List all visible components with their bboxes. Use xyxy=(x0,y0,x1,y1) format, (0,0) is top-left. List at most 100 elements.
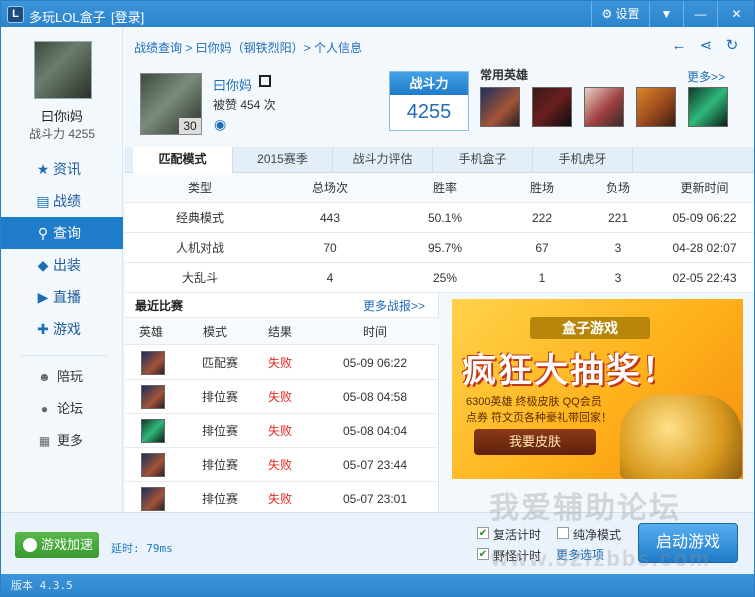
boost-icon xyxy=(23,538,37,552)
sidebar-item-label: 直播 xyxy=(53,289,81,305)
close-button[interactable]: ✕ xyxy=(717,1,754,27)
sidebar-item-label: 查询 xyxy=(53,225,81,241)
gear-icon: ⚙ xyxy=(601,7,613,21)
tab-mobile-box[interactable]: 手机盒子 xyxy=(433,147,533,173)
minimize-button[interactable]: — xyxy=(683,1,717,27)
match-result: 失败 xyxy=(267,492,292,506)
tab-bar: 匹配模式 2015赛季 战斗力评估 手机盒子 手机虎牙 xyxy=(125,147,754,174)
watermark-url: www.52fzbbs.com xyxy=(491,546,711,571)
treasure-chest-image xyxy=(620,395,742,479)
table-cell: 经典模式 xyxy=(175,211,224,225)
list-item[interactable]: 排位赛 失败 05-07 23:01 xyxy=(125,482,439,516)
table-cell: 221 xyxy=(607,211,629,225)
login-link[interactable]: [登录] xyxy=(111,7,144,26)
list-item[interactable]: 匹配赛 失败 05-09 06:22 xyxy=(125,346,439,380)
profile-name[interactable]: 曰你妈 xyxy=(213,75,252,94)
tab-match-mode[interactable]: 匹配模式 xyxy=(133,147,233,174)
list-item[interactable]: 排位赛 失败 05-07 23:44 xyxy=(125,448,439,482)
sidebar-item-label: 论坛 xyxy=(57,401,84,416)
sidebar-item-companion[interactable]: ☻ 陪玩 xyxy=(1,363,123,391)
sidebar: 曰你i妈 战斗力 4255 ★ 资讯 ▤ 战绩 ⚲ 查询 ◆ 出装 ▶ 直播 ✚… xyxy=(1,27,123,512)
game-boost-button[interactable]: 游戏加速 xyxy=(15,532,99,558)
breadcrumb[interactable]: 战绩查询 > 曰你妈（钢铁烈阳）> 个人信息 xyxy=(134,39,362,56)
watermark-text: 我爱辅助论坛 xyxy=(489,492,681,525)
gamepad-icon: ✚ xyxy=(37,321,49,337)
settings-button[interactable]: ⚙ 设置 xyxy=(591,1,649,27)
table-cell: 05-09 06:22 xyxy=(672,211,737,225)
sidebar-item-more[interactable]: ▦ 更多 xyxy=(1,427,123,455)
profile-avatar: 30 xyxy=(140,73,202,135)
sidebar-item-news[interactable]: ★ 资讯 xyxy=(1,153,123,185)
column-header: 更新时间 xyxy=(680,181,729,195)
sidebar-item-equipment[interactable]: ◆ 出装 xyxy=(1,249,123,281)
profile-likes: 被赞 454 次 xyxy=(213,98,276,112)
column-header: 类型 xyxy=(187,181,212,195)
ad-banner[interactable]: 盒子游戏 疯狂大抽奖！ 6300英雄 终极皮肤 QQ会员 点券 符文页各种豪礼带… xyxy=(452,299,743,479)
back-arrow-icon[interactable]: ← xyxy=(671,38,687,54)
list-item[interactable]: 排位赛 失败 05-08 04:58 xyxy=(125,380,439,414)
sidebar-item-search[interactable]: ⚲ 查询 xyxy=(1,217,123,249)
table-row[interactable]: 大乱斗 4 25% 1 3 02-05 22:43 xyxy=(125,263,754,293)
get-skin-button[interactable]: 我要皮肤 xyxy=(474,429,596,455)
common-heroes-title: 常用英雄 xyxy=(480,68,529,82)
ad-line: 点券 符文页各种豪礼带回家！ xyxy=(466,412,613,424)
qr-code-icon[interactable] xyxy=(259,75,271,87)
hero-portrait[interactable] xyxy=(584,87,624,127)
hero-portrait[interactable] xyxy=(688,87,728,127)
table-cell: 95.7% xyxy=(427,241,463,255)
tab-season-2015[interactable]: 2015赛季 xyxy=(233,147,333,173)
column-header: 时间 xyxy=(362,325,387,339)
app-window: L 多玩LOL盒子 [登录] ⚙ 设置 ▼ — ✕ 曰你i妈 战斗力 4255 … xyxy=(0,0,755,597)
sidebar-item-live[interactable]: ▶ 直播 xyxy=(1,281,123,313)
latency-readout: 延时: 79ms xyxy=(111,542,173,555)
recent-more-link[interactable]: 更多战报>> xyxy=(363,297,425,314)
stats-header-row: 类型 总场次 胜率 胜场 负场 更新时间 xyxy=(125,173,754,203)
heroes-more-link[interactable]: 更多>> xyxy=(687,68,725,85)
checkbox-unchecked-icon xyxy=(557,527,569,539)
share-icon[interactable]: ⋖ xyxy=(698,38,714,54)
app-title: 多玩LOL盒子 xyxy=(29,10,106,25)
match-time: 05-08 04:04 xyxy=(342,424,408,438)
column-header: 总场次 xyxy=(311,181,348,195)
settings-label: 设置 xyxy=(615,7,640,21)
people-icon: ☻ xyxy=(38,370,51,384)
app-logo-icon: L xyxy=(7,6,24,23)
hero-portrait[interactable] xyxy=(636,87,676,127)
column-header: 英雄 xyxy=(138,325,163,339)
play-icon: ▶ xyxy=(37,289,49,305)
hero-portrait[interactable] xyxy=(480,87,520,127)
hero-portrait[interactable] xyxy=(532,87,572,127)
table-row[interactable]: 人机对战 70 95.7% 67 3 04-28 02:07 xyxy=(125,233,754,263)
match-result: 失败 xyxy=(267,424,292,438)
sidebar-item-label: 战绩 xyxy=(53,193,81,209)
menu-button[interactable]: ▼ xyxy=(649,1,683,27)
sidebar-item-record[interactable]: ▤ 战绩 xyxy=(1,185,123,217)
refresh-icon[interactable]: ↻ xyxy=(724,38,740,54)
recent-title: 最近比赛 xyxy=(135,299,184,313)
checkbox-checked-icon: ✔ xyxy=(477,548,489,560)
tab-mobile-huya[interactable]: 手机虎牙 xyxy=(533,147,633,173)
hero-icon xyxy=(141,419,165,443)
checkbox-label: 纯净模式 xyxy=(573,528,622,542)
table-cell: 人机对战 xyxy=(175,241,224,255)
table-cell: 02-05 22:43 xyxy=(672,271,737,285)
table-cell: 大乱斗 xyxy=(181,271,218,285)
column-header: 模式 xyxy=(202,325,227,339)
sidebar-item-label: 资讯 xyxy=(53,161,81,177)
eye-icon[interactable]: ◉ xyxy=(214,116,226,133)
sidebar-item-forum[interactable]: ● 论坛 xyxy=(1,395,123,423)
sidebar-item-games[interactable]: ✚ 游戏 xyxy=(1,313,123,345)
list-item[interactable]: 排位赛 失败 05-08 04:04 xyxy=(125,414,439,448)
table-row[interactable]: 经典模式 443 50.1% 222 221 05-09 06:22 xyxy=(125,203,754,233)
avatar[interactable] xyxy=(34,41,92,99)
search-icon: ⚲ xyxy=(37,225,49,241)
menu-icon: ▼ xyxy=(660,7,673,21)
match-time: 05-07 23:01 xyxy=(342,492,408,506)
match-result: 失败 xyxy=(267,390,292,404)
match-mode: 排位赛 xyxy=(201,458,238,472)
sidebar-item-label: 更多 xyxy=(57,433,84,448)
tab-power-eval[interactable]: 战斗力评估 xyxy=(333,147,433,173)
hero-icon xyxy=(141,487,165,511)
hero-icon xyxy=(141,385,165,409)
table-cell: 3 xyxy=(614,271,622,285)
